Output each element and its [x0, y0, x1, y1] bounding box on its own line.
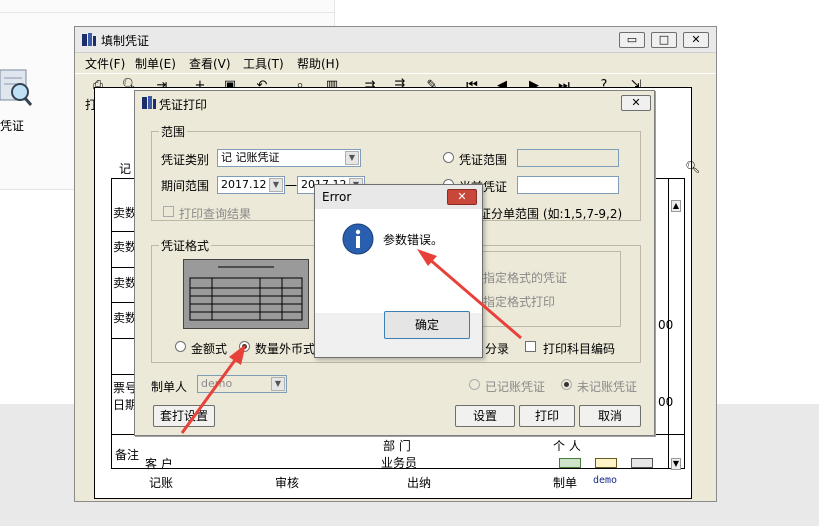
arrow-to-qty-fx-radio — [180, 344, 246, 434]
annotation-arrows — [180, 249, 522, 434]
arrow-to-error-message — [417, 249, 522, 340]
